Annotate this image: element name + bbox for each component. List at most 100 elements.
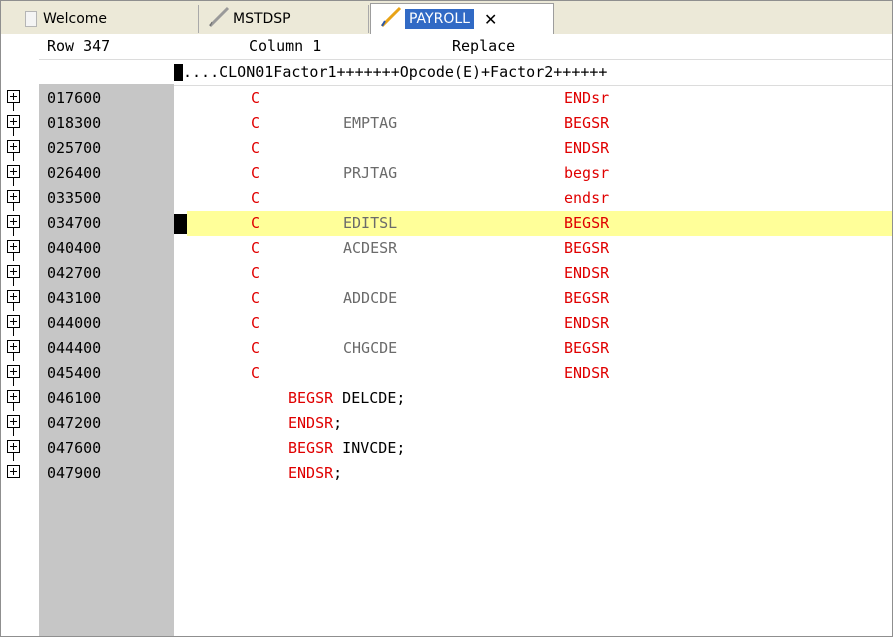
source-line[interactable]: 017600 C ENDsr: [1, 86, 892, 111]
free-form-statement: ENDSR;: [288, 464, 342, 482]
sequence-number: 026400: [47, 164, 102, 182]
expand-icon[interactable]: [7, 315, 20, 328]
expand-icon[interactable]: [7, 140, 20, 153]
opcode: BEGSR: [564, 114, 610, 132]
expand-icon[interactable]: [7, 365, 20, 378]
opcode: BEGSR: [564, 339, 610, 357]
opcode: ENDSR: [564, 264, 610, 282]
outline-connector: [13, 228, 14, 236]
source-line[interactable]: 047200 ENDSR;: [1, 411, 892, 436]
editor-area[interactable]: Row 347 Column 1 Replace ....CLON01Facto…: [1, 34, 892, 636]
source-line[interactable]: 040400 C ACDESR BEGSR: [1, 236, 892, 261]
expand-icon[interactable]: [7, 465, 20, 478]
sequence-number: 044400: [47, 339, 102, 357]
expand-icon[interactable]: [7, 115, 20, 128]
tab-mstdsp-label: MSTDSP: [233, 11, 291, 27]
outline-connector: [13, 128, 14, 136]
expand-icon[interactable]: [7, 240, 20, 253]
tab-welcome-label: Welcome: [43, 11, 108, 27]
sequence-number: 043100: [47, 289, 102, 307]
editor-window: Welcome MSTDSP PAYROLL ✕ Row 347 Column …: [0, 0, 893, 637]
sequence-number: 040400: [47, 239, 102, 257]
close-tab-icon[interactable]: ✕: [484, 10, 497, 29]
expand-icon[interactable]: [7, 215, 20, 228]
source-line[interactable]: 018300 C EMPTAG BEGSR: [1, 111, 892, 136]
outline-connector: [13, 278, 14, 286]
sequence-number: 033500: [47, 189, 102, 207]
expand-icon[interactable]: [7, 90, 20, 103]
sequence-number: 046100: [47, 389, 102, 407]
source-line[interactable]: 025700 C ENDSR: [1, 136, 892, 161]
opcode: BEGSR: [564, 239, 610, 257]
ruler-cursor: [174, 64, 183, 81]
free-form-statement: ENDSR;: [288, 414, 342, 432]
spec-type: C: [251, 114, 261, 132]
source-line[interactable]: 043100 C ADDCDE BEGSR: [1, 286, 892, 311]
free-form-statement: BEGSR DELCDE;: [288, 389, 405, 407]
outline-connector: [13, 153, 14, 161]
source-line[interactable]: 045400 C ENDSR: [1, 361, 892, 386]
source-line[interactable]: 047900 ENDSR;: [1, 461, 892, 486]
opcode: ENDSR: [564, 364, 610, 382]
opcode: BEGSR: [564, 289, 610, 307]
outline-connector: [13, 303, 14, 311]
format-ruler: ....CLON01Factor1+++++++Opcode(E)+Factor…: [39, 59, 892, 86]
row-indicator: Row 347: [47, 37, 111, 55]
source-line[interactable]: 046100 BEGSR DELCDE;: [1, 386, 892, 411]
sequence-number: 018300: [47, 114, 102, 132]
source-line[interactable]: 042700 C ENDSR: [1, 261, 892, 286]
source-line[interactable]: 044400 C CHGCDE BEGSR: [1, 336, 892, 361]
expand-icon[interactable]: [7, 190, 20, 203]
source-line[interactable]: 026400 C PRJTAG begsr: [1, 161, 892, 186]
outline-connector: [13, 378, 14, 386]
expand-icon[interactable]: [7, 340, 20, 353]
source-line[interactable]: 047600 BEGSR INVCDE;: [1, 436, 892, 461]
source-lines: 017600 C ENDsr 018300 C EMPTAG BEGSR 025700 C END…: [1, 86, 892, 486]
free-form-operand: DELCDE;: [333, 389, 406, 407]
ruler-text: ....CLON01Factor1+++++++Opcode(E)+Factor…: [183, 63, 608, 81]
free-form-operand: ;: [333, 414, 343, 432]
tab-mstdsp[interactable]: MSTDSP: [201, 5, 369, 33]
opcode: ENDSR: [564, 139, 610, 157]
free-form-keyword: BEGSR: [288, 439, 334, 457]
expand-icon[interactable]: [7, 440, 20, 453]
tab-payroll-label: PAYROLL: [405, 9, 474, 29]
spec-type: C: [251, 289, 261, 307]
factor1: PRJTAG: [343, 164, 398, 182]
sequence-number: 042700: [47, 264, 102, 282]
factor1: EMPTAG: [343, 114, 398, 132]
outline-connector: [13, 428, 14, 436]
expand-icon[interactable]: [7, 290, 20, 303]
spec-type: C: [251, 214, 261, 232]
tab-welcome[interactable]: Welcome: [13, 5, 199, 33]
status-row: Row 347 Column 1 Replace: [39, 34, 892, 59]
source-line[interactable]: 034700 C EDITSL BEGSR: [1, 211, 892, 236]
expand-icon[interactable]: [7, 415, 20, 428]
opcode: ENDSR: [564, 314, 610, 332]
tab-bar: Welcome MSTDSP PAYROLL ✕: [1, 1, 892, 35]
outline-connector: [13, 328, 14, 336]
expand-icon[interactable]: [7, 165, 20, 178]
column-indicator: Column 1: [249, 37, 322, 55]
factor1: CHGCDE: [343, 339, 398, 357]
factor1: ADDCDE: [343, 289, 398, 307]
sequence-number: 025700: [47, 139, 102, 157]
free-form-operand: ;: [333, 464, 343, 482]
opcode: ENDsr: [564, 89, 610, 107]
spec-type: C: [251, 339, 261, 357]
sequence-number: 047900: [47, 464, 102, 482]
outline-connector: [13, 253, 14, 261]
spec-type: C: [251, 264, 261, 282]
expand-icon[interactable]: [7, 390, 20, 403]
opcode: begsr: [564, 164, 610, 182]
source-line[interactable]: 033500 Cendsr: [1, 186, 892, 211]
outline-connector: [13, 178, 14, 186]
opcode: BEGSR: [564, 214, 610, 232]
outline-connector: [13, 403, 14, 411]
tab-payroll[interactable]: PAYROLL ✕: [370, 3, 554, 34]
expand-icon[interactable]: [7, 265, 20, 278]
pencil-icon: [207, 6, 231, 32]
sequence-number: 047200: [47, 414, 102, 432]
free-form-keyword: ENDSR: [288, 464, 334, 482]
source-line[interactable]: 044000 C ENDSR: [1, 311, 892, 336]
